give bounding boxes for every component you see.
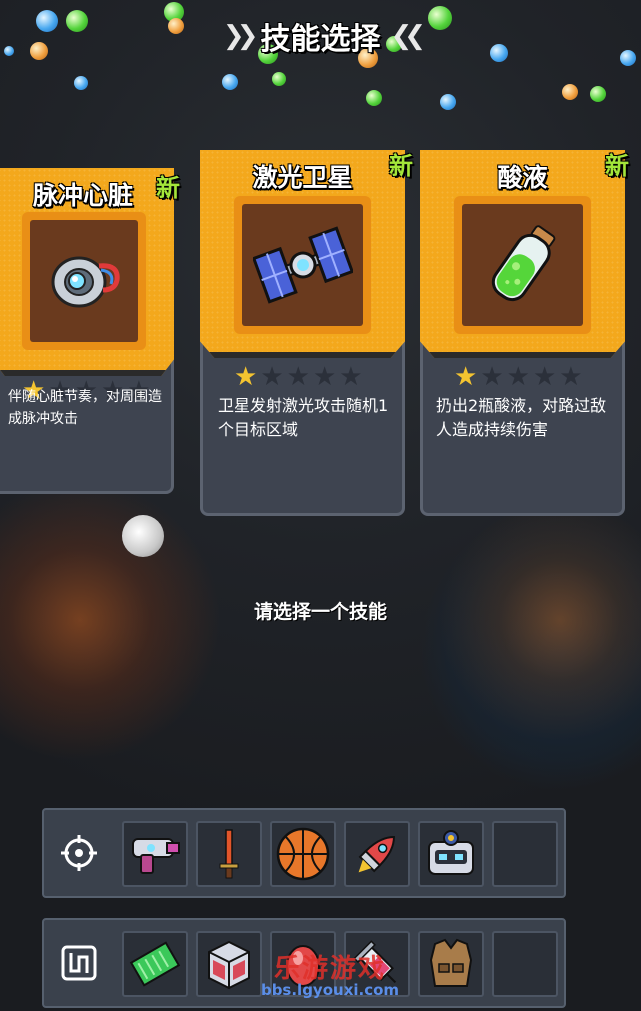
star-icon: ★: [286, 362, 310, 392]
title-bar: ❯❯ 技能选择 ❮❮: [0, 14, 641, 58]
basketball-icon: [276, 827, 330, 881]
laser-satellite-icon: [252, 226, 353, 304]
skill-description: 卫星发射激光攻击随机1个目标区域: [218, 396, 389, 439]
skill-name: 脉冲心脏: [32, 181, 133, 210]
weapon-slot-5[interactable]: [418, 821, 484, 887]
passive-slot-empty[interactable]: [492, 931, 558, 997]
star-rating: ★ ★ ★ ★ ★: [454, 364, 583, 390]
weapon-slot-empty[interactable]: [492, 821, 558, 887]
star-rating: ★ ★ ★ ★ ★: [234, 364, 363, 390]
robot-helmet-icon: [428, 830, 474, 875]
new-badge: 新: [605, 152, 629, 180]
supply-crate-icon: [208, 940, 250, 990]
rocket-icon: [358, 836, 395, 873]
star-icon: ★: [480, 362, 504, 392]
skill-description: 扔出2瓶酸液，对路过敌人造成持续伤害: [436, 396, 607, 439]
passive-slot-5[interactable]: [418, 931, 484, 997]
watermark-text: 乐游游戏: [273, 954, 386, 984]
acid-flask-icon: [491, 225, 555, 302]
new-badge: 新: [389, 152, 413, 180]
pulse-heart-icon: [51, 256, 120, 308]
armor-vest-icon: [429, 938, 473, 987]
weapon-slot-2[interactable]: [196, 821, 262, 887]
skill-description: 伴随心脏节奏，对周围造成脉冲攻击: [8, 389, 162, 427]
site-watermark: 乐游游戏 bbs.lgyouxi.com: [250, 948, 410, 999]
crosshair-icon: [61, 835, 97, 871]
skill-name: 激光卫星: [252, 163, 353, 192]
skill-name: 酸液: [497, 163, 548, 192]
star-icon: ★: [454, 362, 478, 392]
weapon-slot-1[interactable]: [122, 821, 188, 887]
star-icon: ★: [312, 362, 337, 392]
chevron-left-icon: ❮❮: [390, 21, 426, 51]
new-badge: 新: [156, 174, 180, 202]
star-icon: ★: [532, 362, 557, 392]
select-prompt: 请选择一个技能: [253, 601, 387, 623]
weapon-slots-bar: [42, 808, 566, 898]
skill-card-pulse-heart[interactable]: 脉冲心脏 新 ★ ★ ★ ★ ★ 伴随心脏节奏，对周围造成脉冲攻击: [0, 168, 180, 494]
raygun-icon: [132, 838, 180, 874]
skill-card-acid[interactable]: 酸液 新 ★ ★ ★ ★ ★ 扔出2瓶酸液，对路过敌人造成持续伤害: [420, 150, 629, 516]
star-icon: ★: [234, 362, 258, 392]
chevron-right-icon: ❯❯: [222, 21, 258, 51]
star-icon: ★: [339, 362, 363, 392]
weapon-slot-3[interactable]: [270, 821, 336, 887]
circuit-icon: [61, 945, 97, 981]
circuit-board-icon: [129, 941, 181, 987]
passive-slot-1[interactable]: [122, 931, 188, 997]
weapon-slot-4[interactable]: [344, 821, 410, 887]
star-icon: ★: [260, 362, 284, 392]
page-title: 技能选择: [260, 22, 381, 57]
skill-card-laser-satellite[interactable]: 激光卫星 新 ★ ★ ★ ★ ★ 卫星发射激光攻击随机1个目标区域: [200, 150, 413, 516]
star-icon: ★: [559, 362, 583, 392]
flame-sword-icon: [219, 829, 239, 879]
star-icon: ★: [506, 362, 530, 392]
